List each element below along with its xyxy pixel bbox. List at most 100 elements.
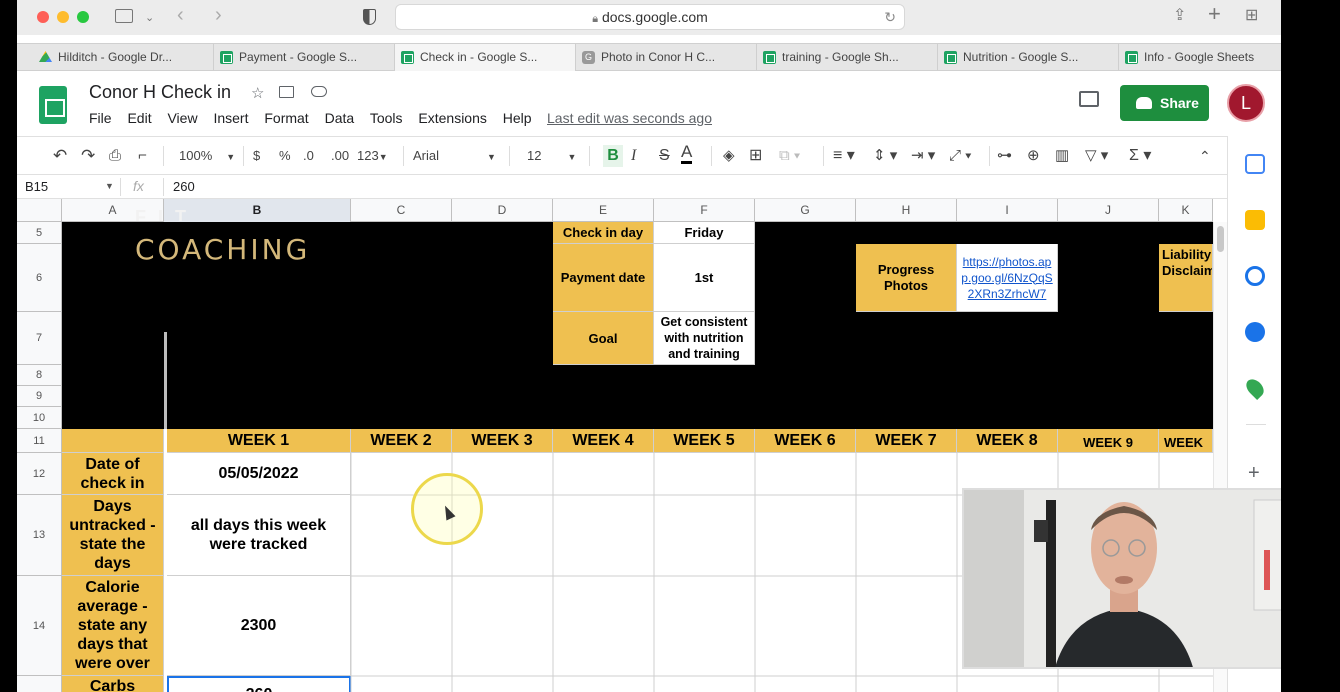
menu-file[interactable]: File	[89, 110, 112, 126]
functions-button[interactable]: Σ ▾	[1129, 147, 1151, 165]
collapse-toolbar-icon[interactable]: ⌃	[1199, 147, 1211, 165]
menu-data[interactable]: Data	[325, 110, 355, 126]
insert-chart-icon[interactable]: ▥	[1055, 147, 1069, 165]
redo-icon[interactable]: ↷	[81, 147, 95, 165]
last-edit-link[interactable]: Last edit was seconds ago	[547, 110, 712, 126]
formula-input[interactable]: 260	[173, 179, 195, 194]
add-addon-icon[interactable]: +	[1248, 462, 1260, 485]
scrollbar-thumb[interactable]	[1217, 226, 1224, 252]
column-header[interactable]: D	[452, 199, 553, 222]
move-folder-icon[interactable]	[279, 86, 294, 98]
zoom-window-button[interactable]	[77, 11, 89, 23]
menu-extensions[interactable]: Extensions	[418, 110, 486, 126]
increase-decimal-button[interactable]: .00	[331, 147, 349, 165]
column-header[interactable]: I	[957, 199, 1058, 222]
week-header[interactable]: WEEK 4	[553, 429, 654, 453]
tasks-icon[interactable]	[1245, 266, 1265, 286]
bold-button[interactable]: B	[603, 145, 623, 167]
row-header[interactable]: 11	[17, 429, 62, 453]
doc-title[interactable]: Conor H Check in	[89, 82, 231, 103]
comment-icon[interactable]	[1079, 91, 1099, 107]
payment-date-label[interactable]: Payment date	[553, 244, 654, 312]
name-box[interactable]: B15	[25, 179, 48, 194]
week-header[interactable]: WEEK	[1159, 429, 1213, 453]
more-formats-select[interactable]: 123▼	[357, 147, 388, 166]
week-header[interactable]: WEEK 3	[452, 429, 553, 453]
fill-color-icon[interactable]: ◈	[723, 147, 735, 165]
merge-cells-icon[interactable]: ⧉ ▾	[779, 147, 800, 165]
forward-icon[interactable]: ›	[215, 5, 222, 25]
reload-icon[interactable]: ↻	[884, 5, 896, 30]
week-header[interactable]: WEEK 5	[654, 429, 755, 453]
zoom-select[interactable]: 100% ▼	[179, 147, 235, 166]
progress-photos-label[interactable]: Progress Photos	[856, 244, 957, 312]
currency-button[interactable]: $	[253, 147, 260, 165]
insert-comment-icon[interactable]: ⊕	[1027, 147, 1040, 165]
filter-icon[interactable]: ▽ ▾	[1085, 147, 1108, 165]
text-color-button[interactable]: A	[681, 143, 693, 164]
column-header[interactable]: G	[755, 199, 856, 222]
row-header[interactable]: 5	[17, 222, 62, 244]
tab-info[interactable]: Info - Google Sheets	[1119, 44, 1281, 71]
column-header[interactable]: F	[654, 199, 755, 222]
minimize-window-button[interactable]	[57, 11, 69, 23]
cloud-status-icon[interactable]	[311, 86, 327, 97]
column-header[interactable]: C	[351, 199, 452, 222]
tab-overview-icon[interactable]: ⊞	[1245, 8, 1258, 24]
sidebar-icon[interactable]	[115, 9, 133, 23]
liability-disclaimer-label[interactable]: Liability Disclaim	[1159, 244, 1213, 312]
tab-training[interactable]: training - Google Sh...	[757, 44, 938, 71]
font-select[interactable]: Arial ▼	[413, 147, 496, 166]
calendar-icon[interactable]	[1245, 154, 1265, 174]
menu-tools[interactable]: Tools	[370, 110, 403, 126]
italic-button[interactable]: I	[631, 147, 636, 165]
paint-format-icon[interactable]: ⌐	[138, 147, 147, 165]
row-header[interactable]: 8	[17, 365, 62, 386]
close-window-button[interactable]	[37, 11, 49, 23]
url-bar[interactable]: 🔒︎ docs.google.com ↻	[395, 4, 905, 30]
back-icon[interactable]: ‹	[177, 5, 184, 25]
menu-insert[interactable]: Insert	[213, 110, 248, 126]
week-header[interactable]: WEEK 2	[351, 429, 452, 453]
font-size-select[interactable]: 12 ▼	[527, 147, 576, 166]
goal-label[interactable]: Goal	[553, 312, 654, 365]
row-header[interactable]: 6	[17, 244, 62, 312]
new-tab-icon[interactable]: +	[1208, 3, 1221, 25]
select-all-corner[interactable]	[17, 199, 62, 222]
menu-format[interactable]: Format	[264, 110, 308, 126]
column-header[interactable]: J	[1058, 199, 1159, 222]
column-header[interactable]: H	[856, 199, 957, 222]
avatar[interactable]: L	[1227, 84, 1265, 122]
tab-photo[interactable]: G Photo in Conor H C...	[576, 44, 757, 71]
maps-icon[interactable]	[1242, 375, 1268, 401]
decrease-decimal-button[interactable]: .0	[303, 147, 314, 165]
tab-payment[interactable]: Payment - Google S...	[214, 44, 395, 71]
progress-photos-link[interactable]: https://photos.app.goo.gl/6NzQqS2XRn3Zrh…	[957, 244, 1058, 312]
star-icon[interactable]: ☆	[251, 84, 264, 102]
text-rotation-icon[interactable]: ⤢ ▾	[949, 147, 971, 165]
column-header[interactable]: E	[553, 199, 654, 222]
tab-hilditch[interactable]: Hilditch - Google Dr...	[33, 44, 214, 71]
menu-view[interactable]: View	[167, 110, 197, 126]
payment-date-value[interactable]: 1st	[654, 244, 755, 312]
week-header[interactable]: WEEK 8	[957, 429, 1058, 453]
tab-nutrition[interactable]: Nutrition - Google S...	[938, 44, 1119, 71]
week-header[interactable]: WEEK 6	[755, 429, 856, 453]
percent-button[interactable]: %	[279, 147, 291, 165]
check-in-day-label[interactable]: Check in day	[553, 222, 654, 244]
goal-value[interactable]: Get consistent with nutrition and traini…	[654, 312, 755, 365]
row-header[interactable]: 9	[17, 386, 62, 407]
undo-icon[interactable]: ↶	[53, 147, 67, 165]
column-header[interactable]: K	[1159, 199, 1213, 222]
menu-edit[interactable]: Edit	[127, 110, 151, 126]
week-header-blank[interactable]	[62, 429, 164, 453]
strikethrough-button[interactable]: S	[659, 147, 670, 165]
shield-icon[interactable]	[363, 9, 376, 25]
contacts-icon[interactable]	[1245, 322, 1265, 342]
share-button[interactable]: Share	[1120, 85, 1209, 121]
share-page-icon[interactable]: ⇪	[1173, 8, 1186, 24]
week-header[interactable]: WEEK 7	[856, 429, 957, 453]
sheets-logo-icon[interactable]	[39, 86, 67, 124]
tab-check-in[interactable]: Check in - Google S...	[395, 44, 576, 71]
week-header[interactable]: WEEK 1	[167, 429, 351, 453]
